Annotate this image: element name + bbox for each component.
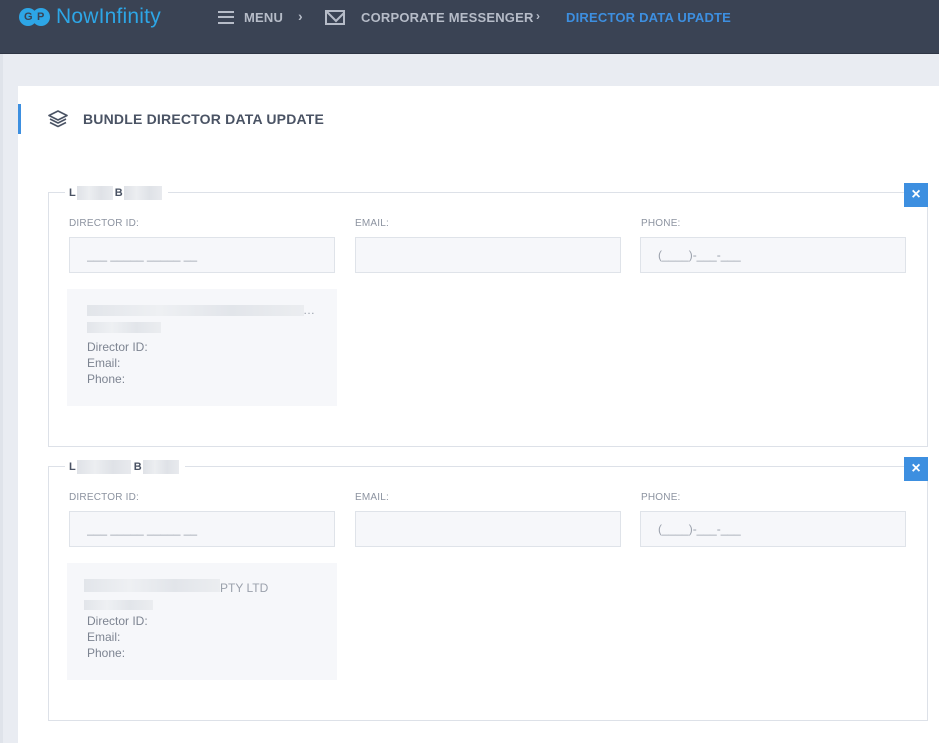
hamburger-icon	[218, 10, 234, 24]
menu-label: MENU	[244, 9, 284, 25]
director-name-initial: B	[133, 461, 142, 473]
director-id-input[interactable]	[69, 511, 335, 547]
director-name-initial: B	[114, 187, 123, 199]
director-box: L B × DIRECTOR ID: EMAIL: PHONE: PTY LTD…	[48, 457, 928, 721]
phone-input[interactable]	[640, 511, 906, 547]
redacted-company-name	[87, 305, 304, 316]
card-title: BUNDLE DIRECTOR DATA UPDATE	[83, 111, 325, 127]
top-navbar: GP NowInfinity MENU › CORPORATE MESSENGE…	[0, 0, 939, 54]
director-id-label: DIRECTOR ID:	[69, 492, 139, 503]
remove-director-button[interactable]: ×	[904, 457, 928, 481]
card-header: BUNDLE DIRECTOR DATA UPDATE	[48, 110, 324, 128]
director-name-initial: L	[69, 187, 76, 199]
redacted-text	[123, 186, 162, 200]
breadcrumb-current-label: DIRECTOR DATA UPADTE	[566, 9, 732, 25]
redacted-company-name	[84, 600, 153, 610]
phone-input[interactable]	[640, 237, 906, 273]
redacted-company-name	[87, 322, 161, 333]
director-box: L B × DIRECTOR ID: EMAIL: PHONE: … Direc…	[48, 183, 928, 447]
phone-label: PHONE:	[641, 218, 681, 229]
phone-text: Phone:	[87, 372, 126, 386]
envelope-icon	[325, 9, 345, 25]
breadcrumb-current: DIRECTOR DATA UPADTE	[566, 8, 731, 26]
director-name-initial: L	[69, 461, 76, 473]
phone-label: PHONE:	[641, 492, 681, 503]
director-id-label: DIRECTOR ID:	[69, 218, 139, 229]
director-info-panel: PTY LTD Director ID: Email: Phone:	[67, 563, 337, 680]
director-name: L B	[65, 458, 185, 476]
card-accent-bar	[18, 104, 21, 134]
phone-text: Phone:	[87, 646, 126, 660]
breadcrumb-corporate-messenger[interactable]: CORPORATE MESSENGER	[325, 8, 534, 26]
director-id-text: Director ID:	[87, 340, 148, 354]
company-name-ellipsis: …	[303, 303, 315, 317]
email-label: EMAIL:	[355, 492, 389, 503]
breadcrumb-separator: ›	[536, 9, 540, 23]
bundle-card: BUNDLE DIRECTOR DATA UPDATE L B × DIRECT…	[18, 86, 939, 743]
menu-button[interactable]: MENU	[218, 8, 283, 26]
email-input[interactable]	[355, 237, 621, 273]
director-id-text: Director ID:	[87, 614, 148, 628]
redacted-text	[76, 460, 131, 474]
email-text: Email:	[87, 630, 121, 644]
redacted-text	[76, 186, 113, 200]
director-info-panel: … Director ID: Email: Phone:	[67, 289, 337, 406]
side-strip	[0, 54, 3, 743]
director-id-input[interactable]	[69, 237, 335, 273]
layers-icon	[48, 110, 68, 128]
logo-icon: GP	[19, 6, 51, 28]
redacted-text	[142, 460, 179, 474]
breadcrumb-messenger-label: CORPORATE MESSENGER	[361, 9, 534, 25]
director-name: L B	[65, 184, 168, 202]
email-label: EMAIL:	[355, 218, 389, 229]
breadcrumb-separator: ›	[298, 8, 303, 24]
email-input[interactable]	[355, 511, 621, 547]
logo-text: NowInfinity	[56, 5, 161, 28]
company-name-suffix: PTY LTD	[220, 581, 269, 595]
nowinfinity-logo[interactable]: GP NowInfinity	[19, 4, 161, 30]
remove-director-button[interactable]: ×	[904, 183, 928, 207]
email-text: Email:	[87, 356, 121, 370]
redacted-company-name	[84, 579, 220, 592]
